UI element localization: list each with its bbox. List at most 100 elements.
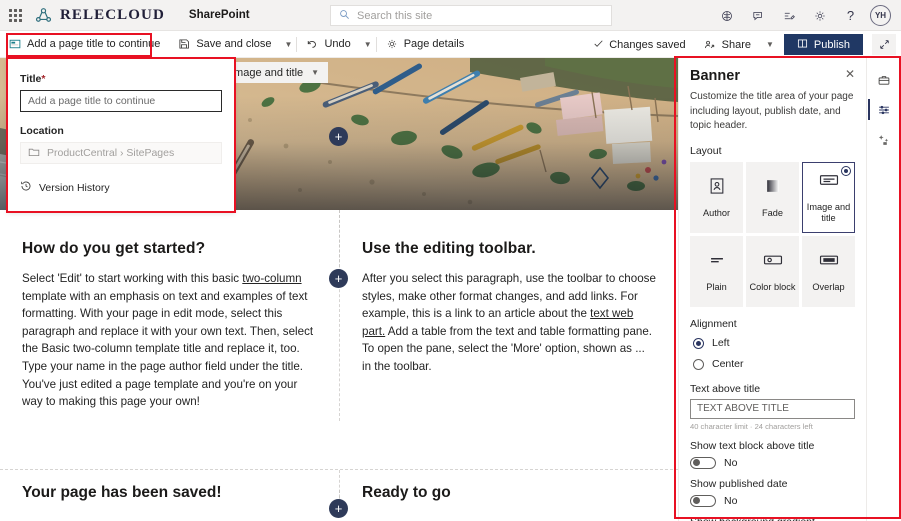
publish-icon [797,38,808,52]
search-icon [339,9,350,23]
image-and-title-icon [818,170,840,195]
save-and-close-label: Save and close [196,38,271,50]
column-right[interactable]: Use the editing toolbar. After you selec… [339,210,678,421]
app-launcher-button[interactable] [0,9,30,22]
column-bottom-left[interactable]: Your page has been saved! [0,470,339,512]
add-page-title-button[interactable]: Add a page title to continue [0,31,169,58]
alignment-option-left[interactable]: Left [693,335,855,352]
add-section-button-bottom[interactable]: + [329,499,348,518]
undo-icon [306,38,318,50]
undo-label: Undo [324,38,350,50]
column-bottom-left-heading: Your page has been saved! [22,484,317,502]
column-bottom-right-heading: Ready to go [362,484,656,502]
color-block-icon [762,250,784,275]
text-above-title-hint: 40 character limit · 24 characters left [690,422,855,431]
add-page-title-label: Add a page title to continue [27,38,160,50]
publish-label: Publish [814,39,850,51]
layout-option-fade-label: Fade [762,208,783,219]
layout-option-overlap[interactable]: Overlap [802,236,855,307]
search-area: Search this site [330,5,612,26]
avatar[interactable]: YH [870,5,891,26]
location-field: ProductCentral › SitePages [20,142,222,164]
command-bar-right: Changes saved Share ▼ Publish [586,31,896,58]
add-section-button-middle[interactable]: + [329,269,348,288]
show-background-gradient-label: Show background gradient [690,516,855,521]
copilot-icon[interactable] [712,1,741,30]
layout-option-color-block[interactable]: Color block [746,236,799,307]
undo-button[interactable]: Undo [297,31,359,58]
column-bottom-right[interactable]: Ready to go [339,470,678,512]
layout-option-overlap-label: Overlap [812,282,844,293]
settings-pen-icon[interactable] [774,1,803,30]
save-chevron-down-icon[interactable]: ▼ [281,31,297,58]
chevron-down-icon: ▼ [311,68,319,77]
search-input[interactable]: Search this site [330,5,612,26]
layout-option-plain[interactable]: Plain [690,236,743,307]
design-ideas-icon[interactable] [869,126,899,153]
folder-icon [28,146,40,161]
radio-unselected-icon [693,359,704,370]
show-published-date-value: No [724,495,737,507]
history-icon [20,180,32,195]
hero-layout-label: Image and title [231,67,303,79]
check-icon [593,38,604,52]
search-placeholder: Search this site [357,10,432,22]
alignment-option-center[interactable]: Center [693,356,855,373]
command-bar: Add a page title to continue Save and cl… [0,31,901,58]
save-and-close-button[interactable]: Save and close [169,31,280,58]
show-published-date-label: Show published date [690,478,855,490]
alignment-left-label: Left [712,337,730,349]
app-name: SharePoint [189,9,250,21]
undo-chevron-down-icon[interactable]: ▼ [360,31,376,58]
radio-selected-icon [693,338,704,349]
show-text-block-toggle[interactable] [690,457,716,469]
version-history-button[interactable]: Version History [20,180,222,195]
changes-saved-label: Changes saved [609,39,685,51]
layout-option-author[interactable]: Author [690,162,743,233]
layout-option-fade[interactable]: Fade [746,162,799,233]
section-divider-line [339,210,340,272]
sliders-icon[interactable] [869,96,899,123]
feedback-icon[interactable] [743,1,772,30]
pane-title: Banner [690,68,740,84]
page-details-button[interactable]: Page details [377,31,474,58]
required-asterisk: * [41,73,45,85]
column-left-heading: How do you get started? [22,240,317,258]
alignment-center-label: Center [712,358,744,370]
suite-bar: RELECLOUD SharePoint Search this site [0,0,901,31]
share-chevron-down-icon[interactable]: ▼ [762,31,778,58]
column-left-body-2: You've just edited a page template and y… [22,376,317,411]
page-details-gear-icon [386,38,398,50]
overlap-icon [818,250,840,275]
column-right-body: After you select this paragraph, use the… [362,270,656,376]
add-section-button-top[interactable]: + [329,127,348,146]
text-above-title-input[interactable]: TEXT ABOVE TITLE [690,399,855,419]
banner-property-pane: Banner ✕ Customize the title area of you… [678,58,866,521]
hero-layout-selector[interactable]: Image and title ▼ [222,62,328,83]
alignment-section-label: Alignment [690,318,855,330]
suite-icons: ? YH [712,0,895,31]
show-published-date-toggle[interactable] [690,495,716,507]
toolbox-icon[interactable] [869,66,899,93]
share-icon [704,39,716,51]
gear-icon[interactable] [805,1,834,30]
brand-name: RELECLOUD [60,7,165,24]
help-icon[interactable]: ? [836,1,865,30]
page-title-input[interactable]: Add a page title to continue [20,90,222,112]
layout-tile-grid: Author Fade Image and title [690,162,855,307]
layout-option-image-and-title[interactable]: Image and title [802,162,855,233]
location-value: ProductCentral › SitePages [47,147,174,159]
share-button[interactable]: Share [695,31,760,58]
brand-logo-area[interactable]: RELECLOUD [34,6,165,25]
layout-option-image-and-title-label: Image and title [805,202,852,223]
waffle-icon [9,9,22,22]
fade-icon [763,176,783,201]
two-column-link[interactable]: two-column [242,272,301,285]
layout-option-color-block-label: Color block [750,282,796,293]
layout-option-plain-label: Plain [706,282,726,293]
location-field-label: Location [20,125,222,137]
close-icon[interactable]: ✕ [845,68,855,80]
column-left[interactable]: How do you get started? Select 'Edit' to… [0,210,339,421]
publish-button[interactable]: Publish [784,34,863,55]
collapse-pane-button[interactable] [872,34,896,55]
